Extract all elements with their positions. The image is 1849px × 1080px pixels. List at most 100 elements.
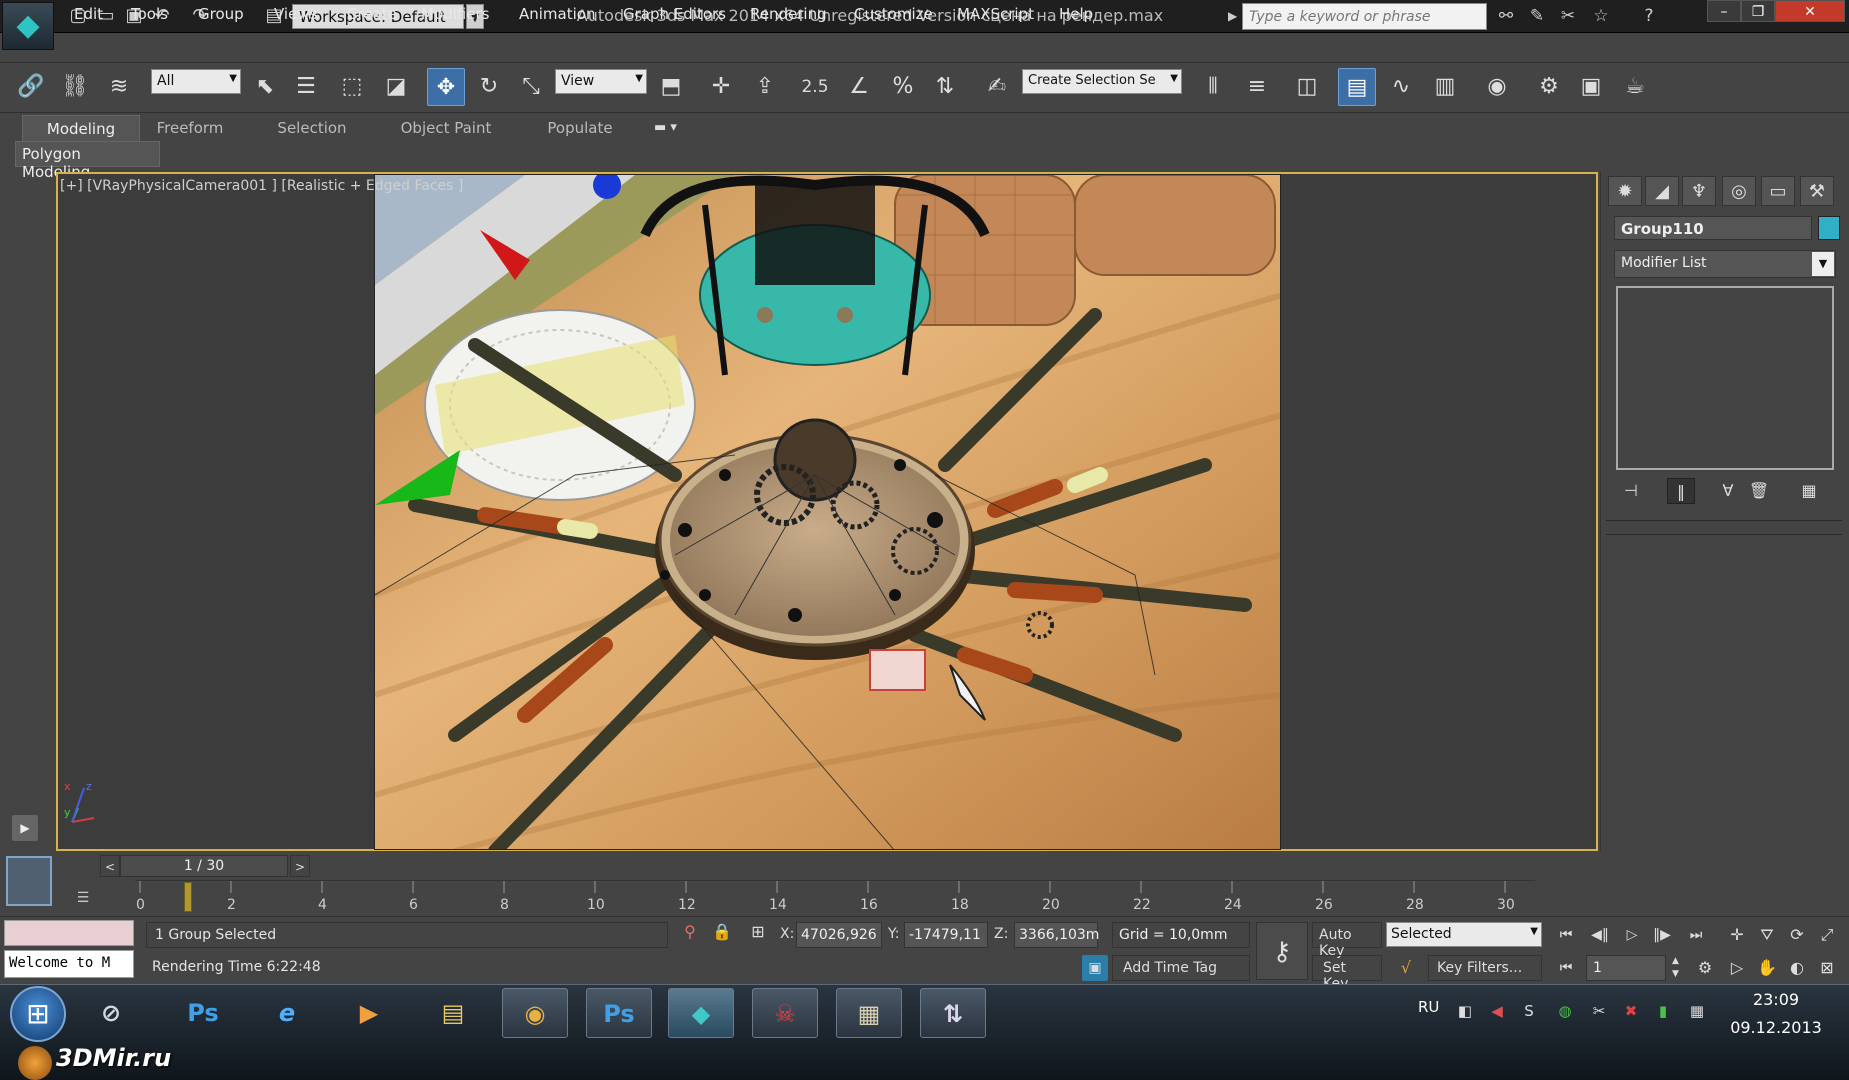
utilities-icon[interactable]: ⚒ [1800, 176, 1834, 206]
motion-icon[interactable]: ◎ [1722, 176, 1756, 206]
previous-frame-icon[interactable]: ◀‖ [1586, 922, 1614, 948]
taskbar-3dsmax[interactable]: ◆ [668, 988, 734, 1038]
volume-muted-icon[interactable]: ◀ [1486, 1000, 1508, 1022]
tab-object-paint[interactable]: Object Paint [396, 115, 496, 142]
subscription-icon[interactable]: ✂ [1555, 4, 1581, 29]
default-in-out-tangent-icon[interactable]: √ [1390, 955, 1422, 981]
menu-create[interactable]: Create [347, 5, 397, 23]
orbit-camera-icon[interactable]: ◐ [1784, 955, 1810, 981]
percent-snap-icon[interactable]: % [884, 68, 922, 106]
chevron-down-icon[interactable]: ▼ [1812, 252, 1834, 276]
rendered-scene[interactable] [374, 174, 1281, 850]
wrench-icon[interactable]: ✎ [1524, 4, 1550, 29]
speaker-icon[interactable]: ◧ [1454, 1000, 1476, 1022]
z-coord-field[interactable]: 3366,103m [1014, 922, 1099, 948]
app-menu-button[interactable]: ◆ [2, 2, 54, 50]
mirror-icon[interactable]: ⫴ [1194, 68, 1232, 106]
current-frame-field[interactable]: 1 [1586, 955, 1666, 981]
menu-group[interactable]: Group [198, 5, 244, 23]
taskbar-app-1[interactable]: ⊘ [78, 988, 144, 1038]
search-input[interactable]: Type a keyword or phrase [1242, 3, 1487, 30]
taskbar-photoshop-running[interactable]: Ps [586, 988, 652, 1038]
spinner-snap-icon[interactable]: ⇅ [926, 68, 964, 106]
modifier-list-dropdown[interactable]: Modifier List [1614, 250, 1836, 278]
field-of-view-icon[interactable]: ▷ [1724, 955, 1750, 981]
modify-icon[interactable]: ◢ [1645, 176, 1679, 206]
rendered-frame-window-icon[interactable]: ▣ [1572, 68, 1610, 106]
reference-coordinate-dropdown[interactable]: View ▼ [555, 69, 647, 94]
viewport-label[interactable]: [+] [VRayPhysicalCamera001 ] [Realistic … [60, 178, 463, 194]
skype-icon[interactable]: S [1518, 1000, 1540, 1022]
show-end-result-icon[interactable]: ‖ [1667, 478, 1695, 504]
maxscript-mini-listener-input[interactable]: Welcome to M [4, 950, 134, 978]
modifier-stack-list[interactable] [1616, 286, 1834, 470]
auto-key-button[interactable]: Auto Key [1312, 922, 1382, 959]
x-coord-field[interactable]: 47026,926 [796, 922, 882, 948]
absolute-mode-icon[interactable]: ⊞ [746, 922, 770, 948]
orbit-icon[interactable]: ⟳ [1784, 922, 1810, 948]
language-indicator[interactable]: RU [1418, 998, 1439, 1016]
align-icon[interactable]: ≡ [1238, 68, 1276, 106]
menu-customize[interactable]: Customize [854, 5, 933, 23]
antivirus-icon[interactable]: ✖ [1620, 1000, 1642, 1022]
angle-snap-icon[interactable]: ∠ [840, 68, 878, 106]
search-expand-icon[interactable]: ▶ [1228, 3, 1242, 30]
binoculars-icon[interactable]: ⚯ [1493, 4, 1519, 29]
y-coord-field[interactable]: -17479,11 [904, 922, 988, 948]
start-button[interactable]: ⊞ [10, 986, 66, 1042]
frame-spinner-icon[interactable]: ▲ ▼ [1672, 955, 1684, 981]
menu-tools[interactable]: Tools [131, 5, 168, 23]
snaps-toggle-icon[interactable]: 2.5 [796, 68, 834, 106]
create-icon[interactable]: ✹ [1608, 176, 1642, 206]
curve-editor-icon[interactable]: ∿ [1382, 68, 1420, 106]
time-configuration-icon[interactable]: ⚙ [1692, 955, 1718, 981]
tools-icon[interactable]: ✂ [1588, 1000, 1610, 1022]
ribbon-panel-polygon-modeling[interactable]: Polygon Modeling [15, 141, 160, 181]
time-slider-next-icon[interactable]: > [290, 855, 310, 877]
mini-curve-editor-icon[interactable]: ☰ [68, 886, 98, 910]
taskbar-file-explorer[interactable]: ▤ [420, 988, 486, 1038]
rectangular-region-icon[interactable]: ⬚ [333, 68, 371, 106]
network-icon[interactable]: ▦ [1686, 1000, 1708, 1022]
key-mode-dropdown[interactable]: Selected ▼ [1386, 922, 1542, 947]
taskbar-network-app[interactable]: ⇅ [920, 988, 986, 1038]
keyboard-shortcut-override-icon[interactable]: ⇪ [746, 68, 784, 106]
tab-freeform[interactable]: Freeform [146, 115, 234, 142]
taskbar-skull-app[interactable]: ☠ [752, 988, 818, 1038]
tab-populate[interactable]: Populate [540, 115, 620, 142]
select-by-name-icon[interactable]: ☰ [287, 68, 325, 106]
select-rotate-icon[interactable]: ↻ [470, 68, 508, 106]
menu-maxscript[interactable]: MAXScript [957, 5, 1034, 23]
restore-icon[interactable]: ❐ [1741, 0, 1775, 22]
expand-viewport-icon[interactable]: ▶ [12, 815, 38, 841]
named-selection-dropdown[interactable]: Create Selection Se ▼ [1022, 69, 1182, 94]
display-icon[interactable]: ▭ [1761, 176, 1795, 206]
zoom-icon[interactable]: ✛ [1724, 922, 1750, 948]
select-move-icon[interactable]: ✥ [427, 68, 465, 106]
tab-modeling[interactable]: Modeling [22, 115, 140, 142]
close-icon[interactable]: ✕ [1775, 0, 1845, 22]
set-keys-key-icon[interactable]: ⚷ [1256, 922, 1308, 980]
remove-modifier-icon[interactable]: 🗑 [1745, 478, 1773, 504]
edit-named-selection-icon[interactable]: ✍ [978, 68, 1016, 106]
maximize-viewport-icon[interactable]: ⤢ [1814, 922, 1840, 948]
favorite-star-icon[interactable]: ☆ [1588, 4, 1614, 29]
viewport-thumbnail[interactable] [6, 856, 52, 906]
pivot-center-icon[interactable]: ⬒ [652, 68, 690, 106]
set-key-button[interactable]: Set Key [1312, 955, 1382, 992]
taskbar-photoshop[interactable]: Ps [170, 988, 236, 1038]
object-color-swatch[interactable] [1818, 216, 1840, 240]
play-icon[interactable]: ▷ [1618, 922, 1646, 948]
menu-edit[interactable]: Edit [74, 5, 103, 23]
taskbar-program[interactable]: ▦ [836, 988, 902, 1038]
unlink-icon[interactable]: ⛓ [56, 68, 94, 106]
taskbar-chrome[interactable]: ◉ [502, 988, 568, 1038]
configure-modifier-sets-icon[interactable]: ▦ [1795, 478, 1823, 504]
render-setup-icon[interactable]: ⚙ [1530, 68, 1568, 106]
maxscript-mini-listener-output[interactable] [4, 920, 134, 946]
select-object-icon[interactable]: ⬉ [246, 68, 284, 106]
menu-animation[interactable]: Animation [519, 5, 595, 23]
key-filters-button[interactable]: Key Filters... [1428, 955, 1542, 981]
clock-date[interactable]: 09.12.2013 [1726, 1018, 1826, 1037]
material-editor-icon[interactable]: ◉ [1478, 68, 1516, 106]
